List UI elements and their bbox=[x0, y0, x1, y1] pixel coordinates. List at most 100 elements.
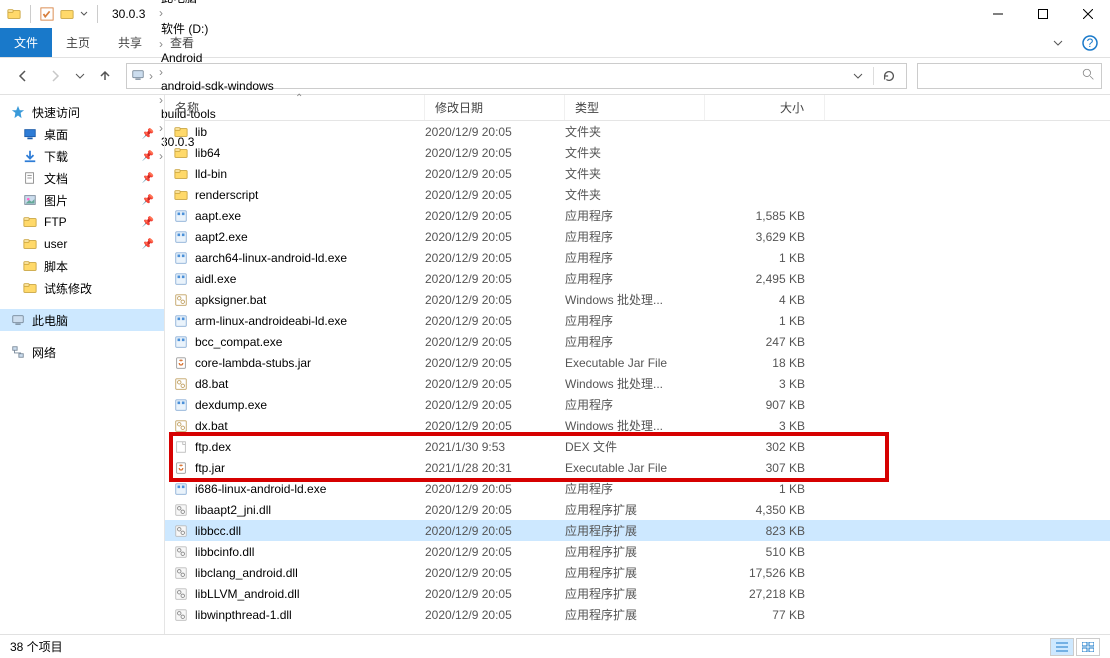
table-row[interactable]: libbcinfo.dll2020/12/9 20:05应用程序扩展510 KB bbox=[165, 541, 1110, 562]
col-type[interactable]: 类型 bbox=[565, 95, 705, 120]
col-size[interactable]: 大小 bbox=[705, 95, 825, 120]
nav-item[interactable]: FTP📌 bbox=[0, 211, 164, 233]
table-row[interactable]: libaapt2_jni.dll2020/12/9 20:05应用程序扩展4,3… bbox=[165, 499, 1110, 520]
nav-this-pc[interactable]: 此电脑 bbox=[0, 309, 164, 331]
table-row[interactable]: i686-linux-android-ld.exe2020/12/9 20:05… bbox=[165, 478, 1110, 499]
nav-forward-button[interactable] bbox=[40, 62, 70, 90]
table-row[interactable]: aarch64-linux-android-ld.exe2020/12/9 20… bbox=[165, 247, 1110, 268]
table-row[interactable]: lib2020/12/9 20:05文件夹 bbox=[165, 121, 1110, 142]
nav-item[interactable]: 图片📌 bbox=[0, 189, 164, 211]
file-name: aarch64-linux-android-ld.exe bbox=[191, 251, 425, 265]
exe-icon bbox=[171, 482, 191, 496]
file-name: libbcinfo.dll bbox=[191, 545, 425, 559]
file-size: 307 KB bbox=[705, 461, 825, 475]
nav-label: 图片 bbox=[44, 192, 68, 209]
chevron-right-icon[interactable]: › bbox=[157, 6, 165, 20]
qat-folder-icon[interactable] bbox=[59, 6, 75, 22]
table-row[interactable]: d8.bat2020/12/9 20:05Windows 批处理...3 KB bbox=[165, 373, 1110, 394]
folder-icon bbox=[22, 236, 38, 252]
nav-item[interactable]: 文档📌 bbox=[0, 167, 164, 189]
file-size: 1 KB bbox=[705, 314, 825, 328]
ribbon-expand-icon[interactable] bbox=[1045, 28, 1070, 57]
refresh-icon[interactable] bbox=[876, 64, 902, 88]
exe-icon bbox=[171, 314, 191, 328]
breadcrumb[interactable]: 软件 (D:) bbox=[157, 20, 278, 37]
table-row[interactable]: aapt2.exe2020/12/9 20:05应用程序3,629 KB bbox=[165, 226, 1110, 247]
view-icons-button[interactable] bbox=[1076, 638, 1100, 656]
file-name: core-lambda-stubs.jar bbox=[191, 356, 425, 370]
file-name: aidl.exe bbox=[191, 272, 425, 286]
nav-network[interactable]: 网络 bbox=[0, 341, 164, 363]
table-row[interactable]: ftp.dex2021/1/30 9:53DEX 文件302 KB bbox=[165, 436, 1110, 457]
file-date: 2020/12/9 20:05 bbox=[425, 377, 565, 391]
file-date: 2020/12/9 20:05 bbox=[425, 335, 565, 349]
nav-quick-access[interactable]: 快速访问 bbox=[0, 101, 164, 123]
address-bar[interactable]: › 此电脑›软件 (D:)›Android›android-sdk-window… bbox=[126, 63, 907, 89]
nav-label: 网络 bbox=[32, 344, 56, 361]
col-date[interactable]: 修改日期 bbox=[425, 95, 565, 120]
file-type: 应用程序 bbox=[565, 333, 705, 350]
file-date: 2021/1/30 9:53 bbox=[425, 440, 565, 454]
table-row[interactable]: core-lambda-stubs.jar2020/12/9 20:05Exec… bbox=[165, 352, 1110, 373]
table-row[interactable]: dx.bat2020/12/9 20:05Windows 批处理...3 KB bbox=[165, 415, 1110, 436]
tab-file[interactable]: 文件 bbox=[0, 28, 52, 57]
file-type: 应用程序扩展 bbox=[565, 522, 705, 539]
chevron-right-icon[interactable]: › bbox=[157, 37, 165, 51]
qat-dropdown-icon[interactable] bbox=[79, 6, 89, 22]
table-row[interactable]: libclang_android.dll2020/12/9 20:05应用程序扩… bbox=[165, 562, 1110, 583]
nav-up-button[interactable] bbox=[90, 62, 120, 90]
table-row[interactable]: arm-linux-androideabi-ld.exe2020/12/9 20… bbox=[165, 310, 1110, 331]
table-row[interactable]: libwinpthread-1.dll2020/12/9 20:05应用程序扩展… bbox=[165, 604, 1110, 625]
minimize-button[interactable] bbox=[975, 0, 1020, 28]
nav-item[interactable]: 桌面📌 bbox=[0, 123, 164, 145]
folder-icon bbox=[171, 146, 191, 160]
search-input[interactable] bbox=[917, 63, 1102, 89]
address-row: › 此电脑›软件 (D:)›Android›android-sdk-window… bbox=[0, 58, 1110, 94]
file-size: 27,218 KB bbox=[705, 587, 825, 601]
folder-icon bbox=[22, 280, 38, 296]
file-date: 2021/1/28 20:31 bbox=[425, 461, 565, 475]
nav-item[interactable]: user📌 bbox=[0, 233, 164, 255]
file-type: 应用程序 bbox=[565, 249, 705, 266]
table-row[interactable]: lib642020/12/9 20:05文件夹 bbox=[165, 142, 1110, 163]
pictures-icon bbox=[22, 192, 38, 208]
nav-back-button[interactable] bbox=[8, 62, 38, 90]
file-size: 2,495 KB bbox=[705, 272, 825, 286]
bat-icon bbox=[171, 377, 191, 391]
file-size: 247 KB bbox=[705, 335, 825, 349]
tab-share[interactable]: 共享 bbox=[104, 28, 156, 57]
breadcrumb[interactable]: 此电脑 bbox=[157, 0, 278, 6]
address-dropdown-icon[interactable] bbox=[845, 64, 871, 88]
help-icon[interactable]: ? bbox=[1070, 28, 1110, 57]
maximize-button[interactable] bbox=[1020, 0, 1065, 28]
table-row[interactable]: libLLVM_android.dll2020/12/9 20:05应用程序扩展… bbox=[165, 583, 1110, 604]
exe-icon bbox=[171, 230, 191, 244]
nav-item[interactable]: 脚本 bbox=[0, 255, 164, 277]
table-row[interactable]: dexdump.exe2020/12/9 20:05应用程序907 KB bbox=[165, 394, 1110, 415]
nav-item[interactable]: 下载📌 bbox=[0, 145, 164, 167]
view-details-button[interactable] bbox=[1050, 638, 1074, 656]
nav-recent-dropdown[interactable] bbox=[72, 62, 88, 90]
file-name: lld-bin bbox=[191, 167, 425, 181]
chevron-right-icon[interactable]: › bbox=[147, 69, 155, 83]
table-row[interactable]: aidl.exe2020/12/9 20:05应用程序2,495 KB bbox=[165, 268, 1110, 289]
file-date: 2020/12/9 20:05 bbox=[425, 272, 565, 286]
file-name: libbcc.dll bbox=[191, 524, 425, 538]
table-row[interactable]: ftp.jar2021/1/28 20:31Executable Jar Fil… bbox=[165, 457, 1110, 478]
table-row[interactable]: renderscript2020/12/9 20:05文件夹 bbox=[165, 184, 1110, 205]
table-row[interactable]: bcc_compat.exe2020/12/9 20:05应用程序247 KB bbox=[165, 331, 1110, 352]
breadcrumb[interactable]: android-sdk-windows bbox=[157, 79, 278, 93]
table-row[interactable]: libbcc.dll2020/12/9 20:05应用程序扩展823 KB bbox=[165, 520, 1110, 541]
tab-home[interactable]: 主页 bbox=[52, 28, 104, 57]
breadcrumb[interactable]: Android bbox=[157, 51, 278, 65]
nav-item[interactable]: 试练修改 bbox=[0, 277, 164, 299]
dll-icon bbox=[171, 545, 191, 559]
table-row[interactable]: lld-bin2020/12/9 20:05文件夹 bbox=[165, 163, 1110, 184]
file-size: 1 KB bbox=[705, 482, 825, 496]
qat-checkbox-icon[interactable] bbox=[39, 6, 55, 22]
close-button[interactable] bbox=[1065, 0, 1110, 28]
separator bbox=[873, 67, 874, 85]
table-row[interactable]: apksigner.bat2020/12/9 20:05Windows 批处理.… bbox=[165, 289, 1110, 310]
table-row[interactable]: aapt.exe2020/12/9 20:05应用程序1,585 KB bbox=[165, 205, 1110, 226]
chevron-right-icon[interactable]: › bbox=[157, 65, 165, 79]
